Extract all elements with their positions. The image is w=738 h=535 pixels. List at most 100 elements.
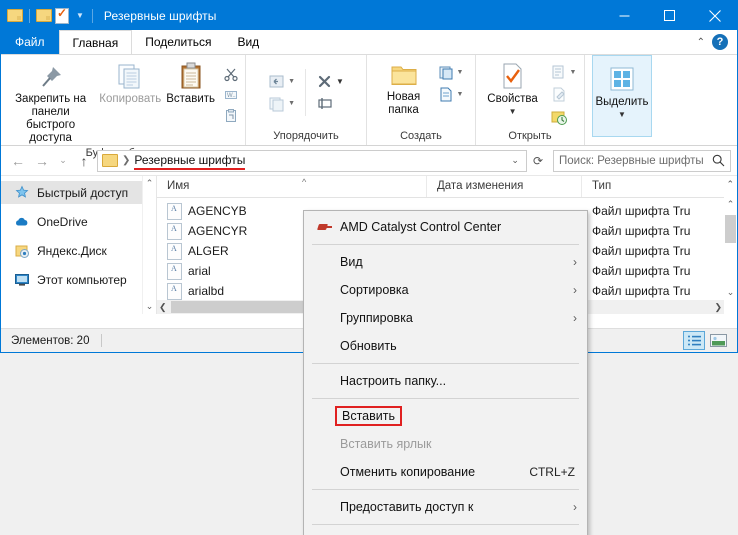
context-menu-item-sort[interactable]: Сортировка › — [304, 276, 587, 304]
file-name-label: AGENCYB — [188, 204, 247, 218]
chevron-down-icon[interactable]: ▼ — [457, 69, 464, 76]
help-icon[interactable]: ? — [712, 34, 728, 50]
context-menu-item-undo-copy[interactable]: Отменить копирование CTRL+Z — [304, 458, 587, 486]
column-header-type[interactable]: Тип — [582, 176, 702, 197]
properties-icon[interactable] — [55, 6, 71, 24]
paste-shortcut-button[interactable] — [221, 107, 241, 125]
navpane-scrollbar[interactable]: ⌃ ⌄ — [142, 176, 156, 314]
sidebar-item-this-pc[interactable]: Этот компьютер — [1, 268, 156, 291]
pin-to-quick-access-button[interactable]: Закрепить на панели быстрого доступа — [3, 59, 98, 147]
new-item-button[interactable]: ▼ — [435, 63, 466, 82]
maximize-button[interactable] — [647, 1, 692, 30]
ribbon-group-open: Свойства ▼ ▼ Открыть — [476, 55, 585, 145]
scrollbar-thumb[interactable] — [725, 215, 736, 243]
context-menu-item-give-access[interactable]: Предоставить доступ к › — [304, 493, 587, 521]
edit-button[interactable] — [548, 85, 579, 104]
file-list-vertical-scrollbar[interactable]: ⌃ ⌄ — [724, 197, 737, 300]
font-file-icon — [167, 262, 182, 280]
rename-button[interactable] — [314, 94, 346, 113]
sidebar-item-quick-access[interactable]: Быстрый доступ — [1, 181, 156, 204]
sidebar-item-yandex-disk[interactable]: Яндекс.Диск — [1, 239, 156, 262]
chevron-down-icon[interactable]: ▼ — [509, 107, 517, 116]
properties-label: Свойства — [487, 93, 538, 105]
context-menu-item-paste-shortcut: Вставить ярлык — [304, 430, 587, 458]
scroll-left-icon[interactable]: ❮ — [159, 302, 167, 313]
sidebar-item-onedrive[interactable]: OneDrive — [1, 210, 156, 233]
easy-access-button[interactable]: ▼ — [435, 85, 466, 104]
ribbon-tab-right-controls: ⌃ ? — [697, 30, 733, 54]
move-to-icon — [269, 75, 284, 88]
tab-home[interactable]: Главная — [58, 30, 133, 54]
open-with-button[interactable]: ▼ — [548, 63, 579, 82]
item-count-label: Элементов: 20 — [11, 334, 90, 347]
context-menu-item-refresh[interactable]: Обновить — [304, 332, 587, 360]
select-button[interactable]: Выделить ▼ — [592, 55, 652, 137]
chevron-down-icon[interactable]: ▼ — [336, 77, 344, 86]
properties-button[interactable]: Свойства ▼ — [480, 59, 546, 118]
open-small-buttons: ▼ — [546, 59, 581, 129]
ribbon-group-clipboard: Закрепить на панели быстрого доступа Коп… — [1, 55, 246, 159]
tab-share-label: Поделиться — [145, 35, 212, 49]
column-header-name[interactable]: Имя — [157, 176, 427, 197]
minimize-button[interactable] — [602, 1, 647, 30]
file-type-cell: Файл шрифта Tru — [592, 284, 691, 298]
copy-path-button[interactable]: W.. — [221, 86, 241, 104]
close-button[interactable] — [692, 1, 737, 30]
tab-file[interactable]: Файл — [1, 30, 59, 54]
move-to-button[interactable]: ▼ — [266, 72, 297, 91]
menu-separator — [312, 363, 579, 364]
ribbon-group-new: Новая папка ▼ ▼ Создать — [367, 55, 476, 145]
context-menu-item-amd-catalyst[interactable]: AMD Catalyst Control Center — [304, 213, 587, 241]
tab-share[interactable]: Поделиться — [132, 30, 224, 54]
history-icon — [551, 111, 567, 125]
divider — [91, 8, 93, 23]
chevron-down-icon[interactable]: ▼ — [288, 78, 295, 85]
folder-icon[interactable] — [36, 8, 52, 24]
chevron-down-icon[interactable]: ▼ — [288, 100, 295, 107]
breadcrumb-current-folder[interactable]: Резервные шрифты — [134, 153, 246, 170]
chevron-right-icon: › — [573, 283, 577, 297]
chevron-up-icon[interactable]: ⌃ — [726, 179, 734, 190]
context-menu-item-view[interactable]: Вид › — [304, 248, 587, 276]
column-header-date[interactable]: Дата изменения — [427, 176, 582, 197]
chevron-up-icon[interactable]: ⌃ — [697, 37, 705, 48]
scroll-right-icon[interactable]: ❯ — [714, 302, 722, 313]
address-bar[interactable]: ❯ Резервные шрифты ⌄ — [97, 149, 527, 172]
divider — [101, 334, 103, 347]
search-box[interactable]: Поиск: Резервные шрифты — [553, 149, 731, 172]
large-icons-view-button[interactable] — [707, 331, 729, 350]
context-menu-item-new[interactable]: Создать › — [304, 528, 587, 535]
chevron-down-icon[interactable]: ▼ — [74, 11, 86, 20]
copy-to-button[interactable]: ▼ — [266, 94, 297, 113]
tab-view[interactable]: Вид — [224, 30, 272, 54]
copy-button[interactable]: Копировать — [98, 59, 162, 108]
refresh-button[interactable]: ⟳ — [529, 154, 547, 168]
tab-view-label: Вид — [237, 35, 260, 49]
scroll-up-icon[interactable]: ⌃ — [146, 176, 154, 191]
folder-icon[interactable] — [7, 8, 23, 24]
chevron-down-icon[interactable]: ▼ — [570, 69, 577, 76]
sidebar-item-label: Этот компьютер — [37, 272, 127, 287]
organize-col-2: ▼ — [305, 69, 348, 116]
scroll-up-icon[interactable]: ⌃ — [727, 197, 735, 212]
scroll-down-icon[interactable]: ⌄ — [146, 299, 154, 314]
new-folder-button[interactable]: Новая папка — [375, 59, 433, 119]
address-dropdown-icon[interactable]: ⌄ — [506, 155, 524, 166]
chevron-down-icon[interactable]: ▼ — [618, 110, 626, 119]
context-menu-item-paste[interactable]: Вставить — [304, 402, 587, 430]
easy-access-icon — [440, 87, 452, 102]
context-menu-item-group[interactable]: Группировка › — [304, 304, 587, 332]
scroll-down-icon[interactable]: ⌄ — [727, 285, 735, 300]
search-input[interactable]: Поиск: Резервные шрифты — [559, 155, 712, 167]
screen-root: ▼ Резервные шрифты Файл — [0, 0, 738, 535]
paste-icon — [181, 62, 201, 89]
paste-button[interactable]: Вставить — [162, 59, 219, 108]
details-view-button[interactable] — [683, 331, 705, 350]
copy-path-icon: W.. — [225, 91, 237, 99]
cut-button[interactable] — [221, 65, 241, 83]
history-button[interactable] — [548, 107, 579, 126]
column-header-type-label: Тип — [592, 180, 612, 192]
chevron-down-icon[interactable]: ▼ — [457, 91, 464, 98]
delete-button[interactable]: ▼ — [314, 72, 346, 91]
context-menu-item-customize-folder[interactable]: Настроить папку... — [304, 367, 587, 395]
